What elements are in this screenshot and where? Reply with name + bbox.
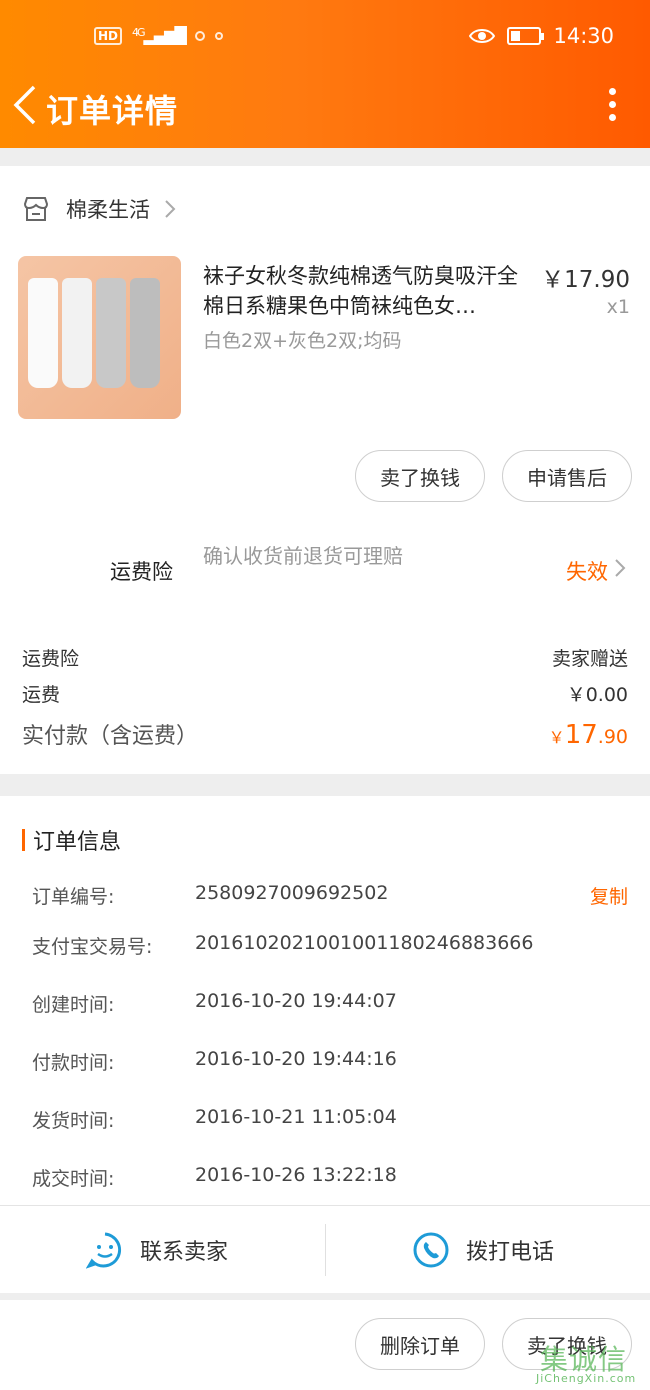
contact-seller-label: 联系卖家 xyxy=(140,1240,229,1265)
product-quantity: x1 xyxy=(606,296,630,318)
chevron-right-icon[interactable] xyxy=(614,558,626,578)
shipping-insurance-label: 运费险 xyxy=(110,560,173,584)
page-title: 订单详情 xyxy=(46,92,179,130)
delete-order-button[interactable]: 删除订单 xyxy=(355,1318,485,1370)
product-price: ￥17.90 xyxy=(541,267,630,293)
notification-dot-icon xyxy=(194,30,205,41)
product-title[interactable]: 袜子女秋冬款纯棉透气防臭吸汗全棉日系糖果色中筒袜纯色女… xyxy=(203,261,533,321)
store-icon xyxy=(23,197,49,221)
shop-row[interactable]: 棉柔生活 xyxy=(22,194,176,224)
cost-row-shipping: 运费 ￥0.00 xyxy=(22,684,628,706)
after-sales-button[interactable]: 申请售后 xyxy=(502,450,632,502)
contact-bar: 联系卖家 拨打电话 xyxy=(0,1205,650,1293)
eye-comfort-icon xyxy=(469,29,496,43)
resell-button[interactable]: 卖了换钱 xyxy=(355,450,485,502)
hd-badge: HD xyxy=(94,26,123,45)
battery-icon xyxy=(507,27,545,45)
nav-bar: 订单详情 xyxy=(0,80,650,132)
product-spec: 白色2双+灰色2双;均码 xyxy=(203,330,402,352)
order-card: 棉柔生活 袜子女秋冬款纯棉透气防臭吸汗全棉日系糖果色中筒袜纯色女… ￥17.90… xyxy=(0,166,650,774)
contact-seller-button[interactable]: 联系卖家 xyxy=(86,1206,228,1294)
total-paid-row: 实付款（含运费） ￥17.90 xyxy=(22,718,628,750)
more-menu-icon[interactable] xyxy=(606,88,618,124)
shipping-insurance-desc: 确认收货前退货可理赔 xyxy=(203,544,403,568)
header: HD 4G▂▄▆█ 14:30 订单详情 xyxy=(0,0,650,148)
status-time: 14:30 xyxy=(553,24,614,48)
order-info-header: 订单信息 xyxy=(22,824,121,856)
cost-row-insurance: 运费险 卖家赠送 xyxy=(22,648,628,670)
accent-bar xyxy=(22,829,25,851)
copy-button[interactable]: 复制 xyxy=(590,882,628,909)
divider xyxy=(325,1224,326,1276)
product-image[interactable] xyxy=(18,256,181,419)
order-info-card: 订单信息 订单编号: 2580927009692502 复制 支付宝交易号: 2… xyxy=(0,796,650,1206)
footer-action-bar: 删除订单 卖了换钱 集诚信 JiChengXin.com xyxy=(0,1300,650,1390)
phone-icon xyxy=(413,1232,449,1268)
notification-dot-icon-2 xyxy=(214,31,223,40)
chat-smile-icon xyxy=(86,1232,122,1269)
shop-name: 棉柔生活 xyxy=(66,198,150,222)
back-arrow-icon[interactable] xyxy=(10,84,42,126)
total-paid-value: ￥17.90 xyxy=(548,720,628,750)
shipping-insurance-status[interactable]: 失效 xyxy=(566,556,608,586)
total-paid-label: 实付款（含运费） xyxy=(22,724,199,749)
call-phone-button[interactable]: 拨打电话 xyxy=(412,1206,554,1294)
call-phone-label: 拨打电话 xyxy=(466,1240,555,1265)
chevron-right-icon xyxy=(165,200,176,218)
order-info-title: 订单信息 xyxy=(33,830,122,855)
status-bar: HD 4G▂▄▆█ 14:30 xyxy=(0,22,650,54)
watermark-logo: 集诚信 JiChengXin.com xyxy=(536,1343,637,1385)
signal-icon: 4G▂▄▆█ xyxy=(132,26,187,45)
